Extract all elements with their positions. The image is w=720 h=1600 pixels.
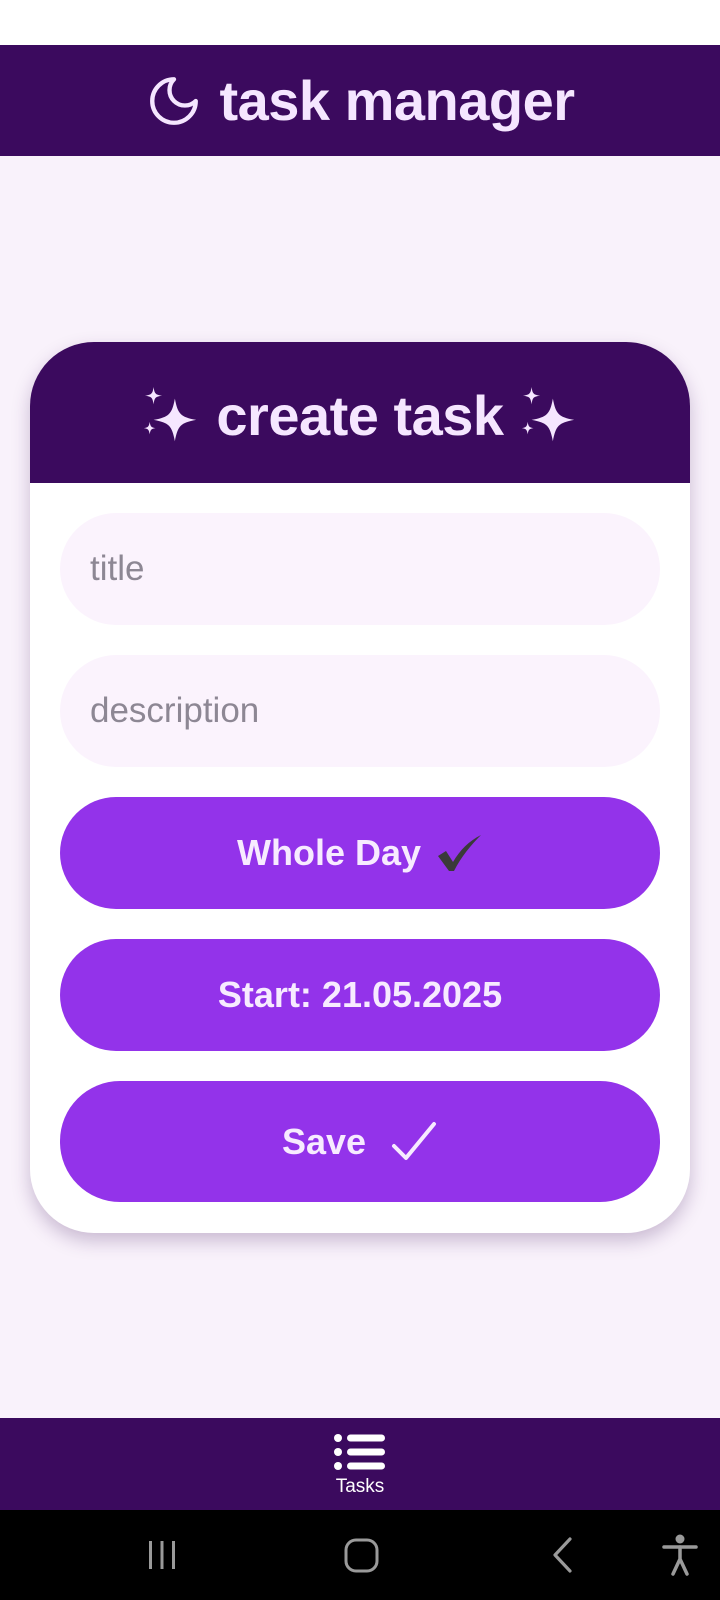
- description-input[interactable]: [90, 691, 660, 731]
- save-button[interactable]: Save: [60, 1081, 660, 1202]
- list-icon: [334, 1434, 385, 1470]
- create-task-card: create task Whole Day Start: 21.05.2025 …: [30, 342, 690, 1233]
- app-title: task manager: [219, 69, 575, 132]
- heavy-check-icon: [438, 835, 482, 871]
- bottom-nav: Tasks: [0, 1418, 720, 1510]
- system-nav-bar: [0, 1510, 720, 1600]
- whole-day-label: Whole Day: [236, 832, 422, 873]
- card-title: create task: [216, 384, 504, 447]
- description-field[interactable]: [60, 655, 660, 767]
- accessibility-icon[interactable]: [655, 1530, 705, 1580]
- recent-apps-icon[interactable]: [137, 1530, 187, 1580]
- save-label: Save: [281, 1120, 367, 1162]
- home-icon[interactable]: [337, 1530, 387, 1580]
- sparkles-icon: [144, 386, 197, 441]
- moon-icon: [150, 76, 199, 125]
- title-field[interactable]: [60, 513, 660, 625]
- back-icon[interactable]: [538, 1530, 588, 1580]
- card-header: create task: [30, 342, 690, 483]
- whole-day-toggle[interactable]: Whole Day: [60, 797, 660, 909]
- nav-item-tasks[interactable]: Tasks: [310, 1418, 410, 1510]
- app-header: task manager: [0, 45, 720, 156]
- status-bar: [0, 0, 720, 45]
- nav-label-tasks: Tasks: [335, 1476, 385, 1497]
- title-input[interactable]: [90, 549, 660, 589]
- check-icon: [392, 1121, 437, 1160]
- start-date-label: Start: 21.05.2025: [217, 974, 503, 1015]
- start-date-button[interactable]: Start: 21.05.2025: [60, 939, 660, 1051]
- sparkles-icon: [521, 386, 574, 441]
